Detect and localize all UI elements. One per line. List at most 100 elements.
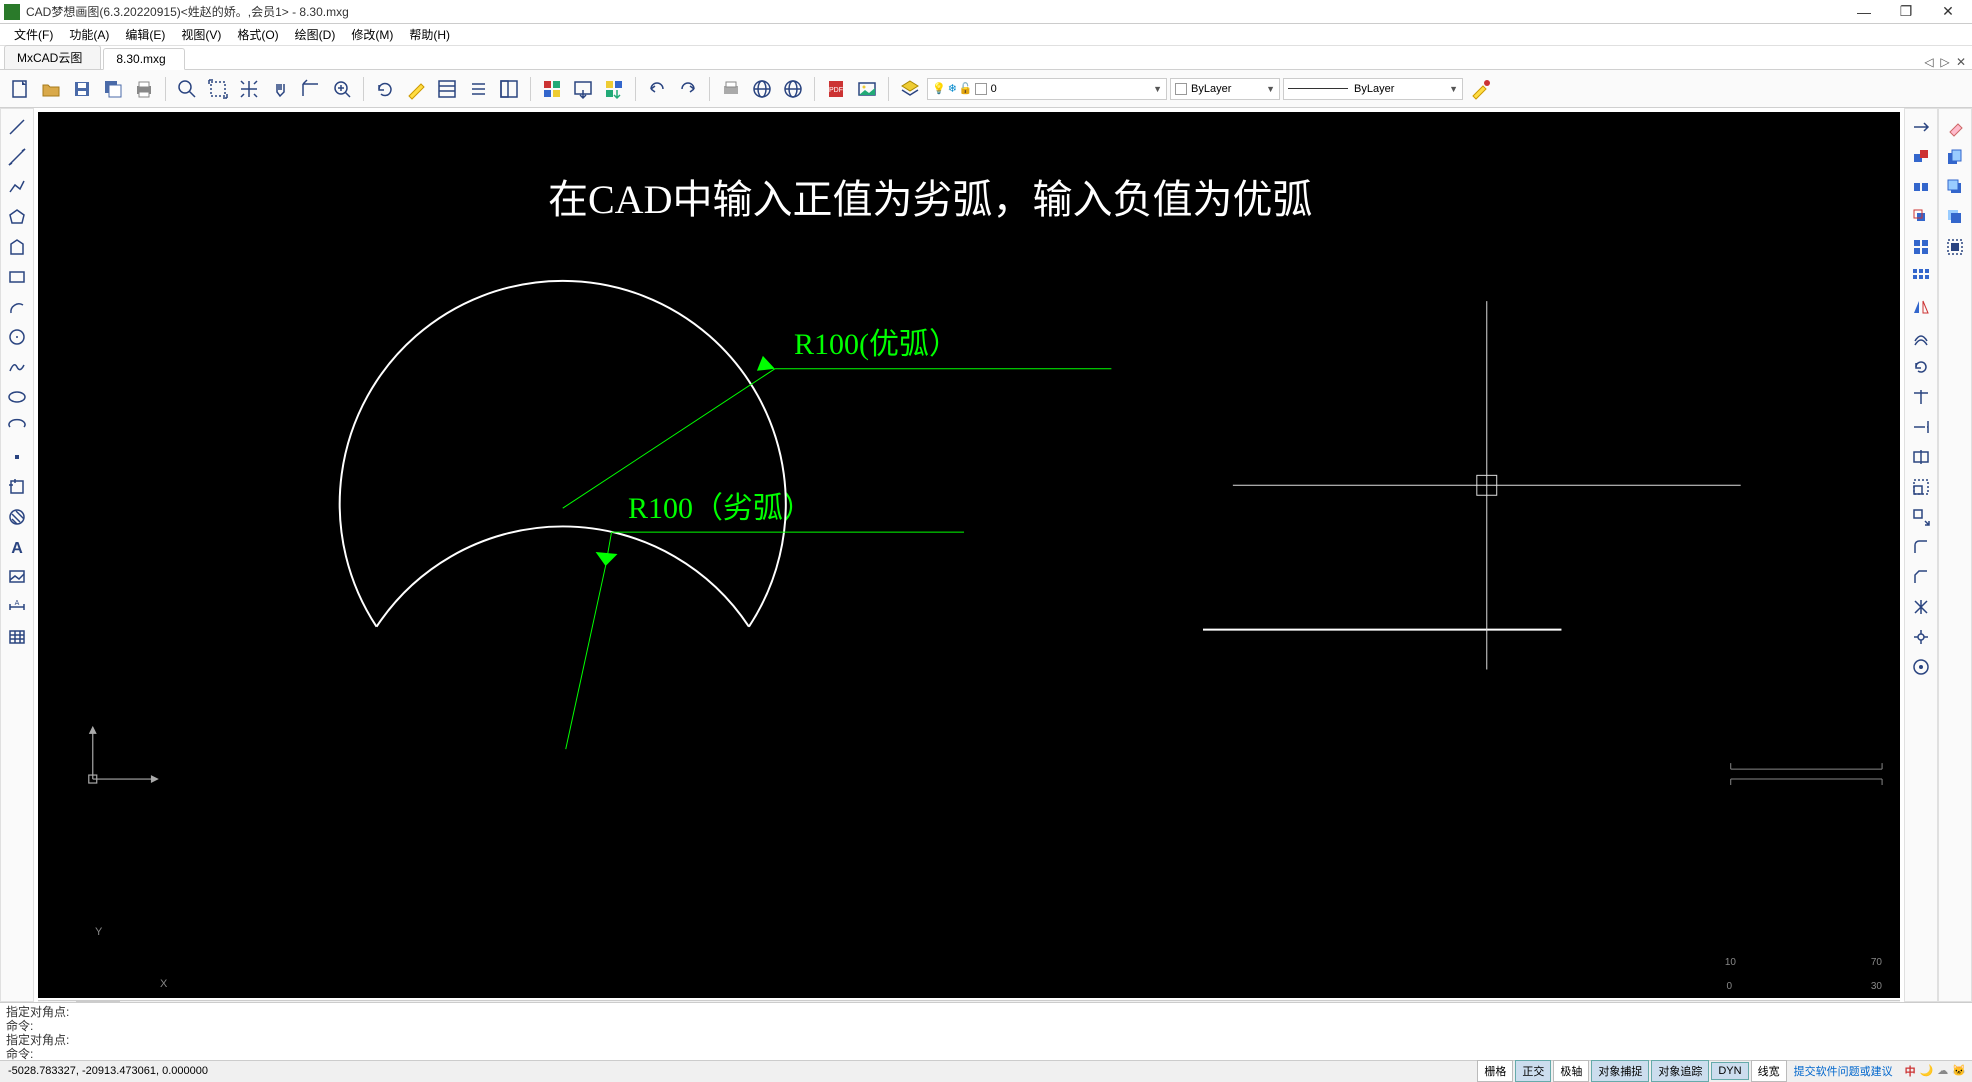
redo-button[interactable] (674, 75, 702, 103)
status-osnap[interactable]: 对象捕捉 (1591, 1060, 1649, 1082)
drawing-canvas[interactable]: 在CAD中输入正值为劣弧，输入负值为优弧 R100(优弧） R100（劣弧） (38, 112, 1900, 998)
plot-button[interactable] (717, 75, 745, 103)
status-otrack[interactable]: 对象追踪 (1651, 1060, 1709, 1082)
offset-tool[interactable] (1907, 323, 1935, 351)
send-back-tool[interactable] (1941, 173, 1969, 201)
trim-tool[interactable] (1907, 383, 1935, 411)
bring-front-tool[interactable] (1941, 203, 1969, 231)
stretch-tool[interactable] (1907, 173, 1935, 201)
line-tool[interactable] (3, 113, 31, 141)
menu-modify[interactable]: 修改(M) (343, 24, 401, 45)
image-button[interactable] (853, 75, 881, 103)
menu-file[interactable]: 文件(F) (6, 24, 61, 45)
ellipse-tool[interactable] (3, 383, 31, 411)
maximize-button[interactable]: ❐ (1894, 3, 1918, 21)
break-tool[interactable] (1907, 443, 1935, 471)
rotate-tool[interactable] (1907, 353, 1935, 381)
array-tool[interactable] (1907, 263, 1935, 291)
ime-indicator[interactable]: 中 (1905, 1063, 1916, 1079)
polyline-tool[interactable] (3, 173, 31, 201)
layer-combo[interactable]: 💡❄🔓 0 ▼ (927, 78, 1167, 100)
status-dyn[interactable]: DYN (1711, 1062, 1748, 1080)
move-tool[interactable] (1907, 113, 1935, 141)
web2-button[interactable] (779, 75, 807, 103)
edit-tool[interactable] (1907, 623, 1935, 651)
command-area[interactable]: 指定对角点: 命令: 指定对角点: 命令: (0, 1002, 1972, 1060)
menu-draw[interactable]: 绘图(D) (287, 24, 344, 45)
align-tool[interactable] (1907, 503, 1935, 531)
layers-button[interactable] (896, 75, 924, 103)
layers-panel-button[interactable] (495, 75, 523, 103)
palette1-button[interactable] (538, 75, 566, 103)
fillet-tool[interactable] (1907, 533, 1935, 561)
regen-button[interactable] (371, 75, 399, 103)
xline-tool[interactable] (3, 143, 31, 171)
spline-tool[interactable] (3, 353, 31, 381)
match-props-button[interactable] (1466, 75, 1494, 103)
dimension-tool[interactable]: A (3, 593, 31, 621)
menu-help[interactable]: 帮助(H) (401, 24, 458, 45)
measure-button[interactable] (297, 75, 325, 103)
list-button[interactable] (464, 75, 492, 103)
highlighter-button[interactable] (402, 75, 430, 103)
group-tool[interactable] (1941, 233, 1969, 261)
linetype-combo[interactable]: ByLayer ▼ (1283, 78, 1463, 100)
table-tool[interactable] (3, 623, 31, 651)
mirror-tool[interactable] (1907, 293, 1935, 321)
save-button[interactable] (68, 75, 96, 103)
tray-cloud-icon[interactable]: ☁ (1937, 1064, 1948, 1077)
status-grid[interactable]: 栅格 (1477, 1060, 1513, 1082)
tab-nav-next[interactable]: ▷ (1938, 55, 1952, 69)
rectangle-fill-tool[interactable] (3, 233, 31, 261)
zoom-all-button[interactable] (235, 75, 263, 103)
explode-tool[interactable] (1907, 593, 1935, 621)
text-tool[interactable]: A (3, 533, 31, 561)
menu-function[interactable]: 功能(A) (61, 24, 117, 45)
open-file-button[interactable] (37, 75, 65, 103)
menu-view[interactable]: 视图(V) (173, 24, 229, 45)
doc-tab-file[interactable]: 8.30.mxg (103, 48, 184, 70)
chamfer-tool[interactable] (1907, 563, 1935, 591)
circle-tool[interactable] (3, 323, 31, 351)
doc-tab-cloud[interactable]: MxCAD云图 (4, 45, 101, 69)
scale-squares-tool[interactable] (1907, 233, 1935, 261)
status-feedback-link[interactable]: 提交软件问题或建议 (1788, 1063, 1899, 1079)
hatch-tool[interactable] (3, 503, 31, 531)
copy-tool[interactable] (1941, 143, 1969, 171)
zoom-realtime-button[interactable] (328, 75, 356, 103)
tray-moon-icon[interactable]: 🌙 (1920, 1064, 1934, 1077)
save-as-button[interactable] (99, 75, 127, 103)
color-combo[interactable]: ByLayer ▼ (1170, 78, 1280, 100)
scale-tool[interactable] (1907, 473, 1935, 501)
block-insert-tool[interactable] (3, 473, 31, 501)
palette2-button[interactable] (600, 75, 628, 103)
status-ortho[interactable]: 正交 (1515, 1060, 1551, 1082)
ellipse-arc-tool[interactable] (3, 413, 31, 441)
arc-tool[interactable] (3, 293, 31, 321)
menu-edit[interactable]: 编辑(E) (117, 24, 173, 45)
pan-button[interactable] (266, 75, 294, 103)
extend-tool[interactable] (1907, 413, 1935, 441)
erase-tool[interactable] (1941, 113, 1969, 141)
tray-face-icon[interactable]: 🐱 (1952, 1064, 1966, 1077)
copy-multi-tool[interactable] (1907, 143, 1935, 171)
tab-nav-prev[interactable]: ◁ (1922, 55, 1936, 69)
tab-nav-close[interactable]: ✕ (1954, 55, 1968, 69)
polygon-tool[interactable] (3, 203, 31, 231)
set-origin-tool[interactable] (1907, 653, 1935, 681)
properties-button[interactable] (433, 75, 461, 103)
image-insert-tool[interactable] (3, 563, 31, 591)
web1-button[interactable] (748, 75, 776, 103)
minimize-button[interactable]: — (1852, 3, 1876, 21)
export-image-button[interactable] (569, 75, 597, 103)
status-polar[interactable]: 极轴 (1553, 1060, 1589, 1082)
zoom-extents-button[interactable] (204, 75, 232, 103)
print-button[interactable] (130, 75, 158, 103)
menu-format[interactable]: 格式(O) (229, 24, 286, 45)
pdf-button[interactable]: PDF (822, 75, 850, 103)
point-tool[interactable] (3, 443, 31, 471)
undo-button[interactable] (643, 75, 671, 103)
zoom-window-button[interactable] (173, 75, 201, 103)
rotate-copy-tool[interactable] (1907, 203, 1935, 231)
close-button[interactable]: ✕ (1936, 3, 1960, 21)
